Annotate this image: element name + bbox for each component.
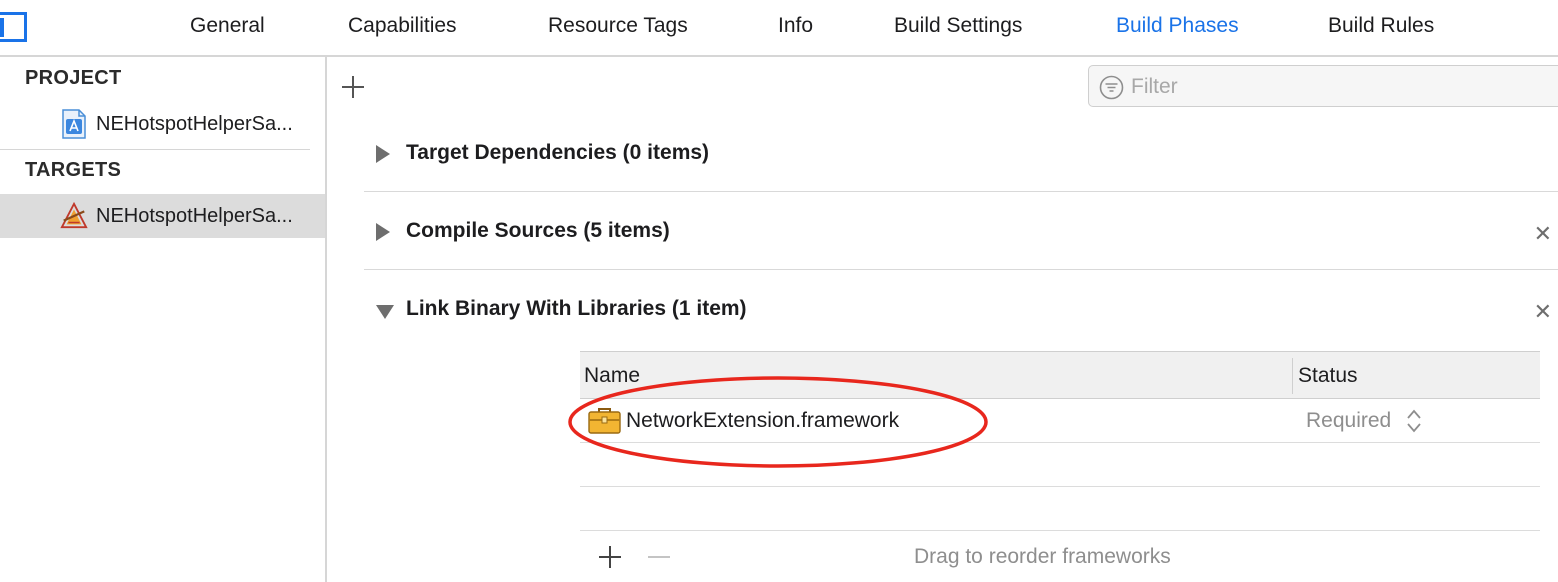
project-navigator: PROJECT NEHotspotHelperSa... TARGETS NEH… [0,57,327,582]
reorder-hint: Drag to reorder frameworks [914,545,1171,568]
navigator-divider [0,149,310,150]
disclosure-right-icon[interactable] [376,145,390,163]
filter-field[interactable] [1088,65,1558,107]
build-phases-editor: Target Dependencies (0 items) Compile So… [329,57,1558,582]
tab-build-phases[interactable]: Build Phases [1116,14,1239,38]
filter-input[interactable] [1131,72,1551,102]
target-item-label: NEHotspotHelperSa... [96,204,293,227]
tab-build-rules[interactable]: Build Rules [1328,14,1434,38]
table-row-empty [580,443,1540,487]
filter-icon [1099,75,1124,100]
disclosure-right-icon[interactable] [376,223,390,241]
close-icon[interactable]: ✕ [1534,301,1552,323]
framework-name: NetworkExtension.framework [626,409,900,432]
disclosure-down-icon[interactable] [376,305,394,319]
project-header: PROJECT [25,67,122,89]
close-icon[interactable]: ✕ [1534,223,1552,245]
table-header: Name Status [580,351,1540,399]
tab-capabilities[interactable]: Capabilities [348,14,457,38]
toolbox-icon [588,408,621,434]
phase-title[interactable]: Target Dependencies (0 items) [406,141,709,165]
app-target-icon [60,201,88,229]
target-item[interactable]: NEHotspotHelperSa... [0,194,325,238]
project-item[interactable]: NEHotspotHelperSa... [0,102,325,146]
project-item-label: NEHotspotHelperSa... [96,112,293,135]
add-build-phase-button[interactable] [341,75,365,99]
phase-title[interactable]: Compile Sources (5 items) [406,219,670,243]
status-popup[interactable]: Required [1306,409,1391,433]
tab-build-settings[interactable]: Build Settings [894,14,1022,38]
phase-link-binary: Link Binary With Libraries (1 item) ✕ [364,271,1558,348]
column-separator[interactable] [1292,358,1293,394]
xcode-project-icon [62,109,86,139]
editor-tab-bar: General Capabilities Resource Tags Info … [0,0,1558,57]
column-header-name[interactable]: Name [584,364,640,388]
add-framework-button[interactable] [598,545,622,569]
remove-framework-button[interactable] [647,545,671,569]
updown-chevron-icon[interactable] [1406,408,1422,434]
table-row-empty [580,487,1540,531]
phase-target-dependencies: Target Dependencies (0 items) [364,115,1558,192]
table-row[interactable]: NetworkExtension.framework Required [580,399,1540,443]
tab-info[interactable]: Info [778,14,813,38]
phase-compile-sources: Compile Sources (5 items) ✕ [364,193,1558,270]
sidebar-toggle-icon[interactable] [0,12,27,42]
tab-general[interactable]: General [190,14,265,38]
targets-header: TARGETS [25,159,122,181]
column-header-status[interactable]: Status [1298,364,1358,388]
tab-resource-tags[interactable]: Resource Tags [548,14,688,38]
phase-title[interactable]: Link Binary With Libraries (1 item) [406,297,747,321]
